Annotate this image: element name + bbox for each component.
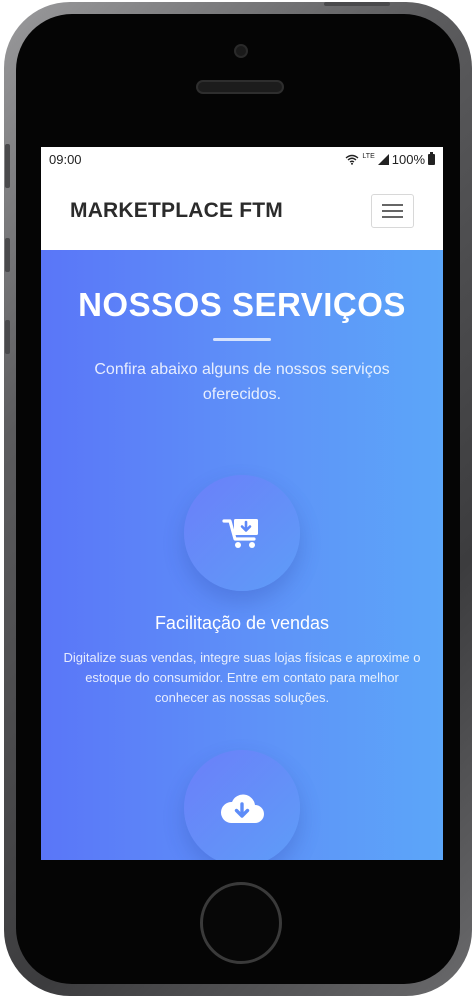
status-bar: 09:00 LTE 100% bbox=[41, 147, 443, 172]
signal-icon bbox=[377, 154, 389, 165]
power-button bbox=[324, 2, 390, 6]
service-icon-circle bbox=[184, 475, 300, 591]
volume-up-button bbox=[5, 238, 10, 272]
hamburger-menu-icon bbox=[382, 216, 403, 218]
hamburger-menu-icon bbox=[382, 204, 403, 206]
battery-percent: 100% bbox=[391, 152, 425, 167]
navbar: MARKETPLACE FTM bbox=[41, 172, 443, 250]
brand-logo[interactable]: MARKETPLACE FTM bbox=[70, 199, 283, 223]
hamburger-menu-icon bbox=[382, 210, 403, 212]
phone-screen: 09:00 LTE 100% MARKETPLACE FTM NOSSOS SE… bbox=[41, 147, 443, 860]
section-title: NOSSOS SERVIÇOS bbox=[78, 286, 406, 323]
status-indicators: LTE 100% bbox=[345, 152, 435, 167]
network-type: LTE bbox=[362, 153, 375, 160]
cart-download-icon bbox=[222, 519, 258, 548]
section-subtitle: Confira abaixo alguns de nossos serviços… bbox=[94, 361, 390, 403]
battery-icon bbox=[428, 152, 435, 165]
menu-toggle-button[interactable] bbox=[371, 194, 414, 228]
mute-switch bbox=[5, 144, 10, 188]
cloud-download-icon bbox=[220, 794, 264, 823]
front-camera bbox=[234, 44, 248, 58]
volume-down-button bbox=[5, 320, 10, 354]
earpiece-speaker bbox=[196, 80, 284, 94]
service-name: Facilitação de vendas bbox=[154, 613, 330, 633]
services-section: NOSSOS SERVIÇOS Confira abaixo alguns de… bbox=[41, 250, 443, 860]
service-icon-circle bbox=[184, 750, 300, 860]
home-button[interactable] bbox=[200, 882, 282, 964]
status-time: 09:00 bbox=[49, 152, 82, 167]
title-divider bbox=[213, 338, 271, 341]
service-description: Digitalize suas vendas, integre suas loj… bbox=[63, 650, 421, 705]
wifi-icon bbox=[345, 154, 359, 165]
